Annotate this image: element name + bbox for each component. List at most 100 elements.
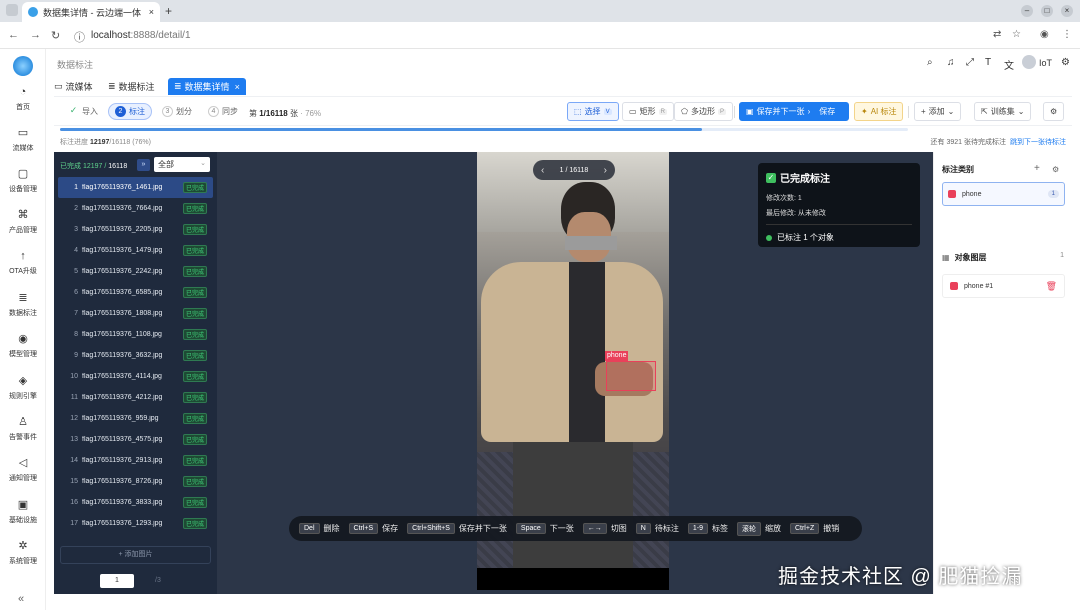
list-item[interactable]: 14 flag1765119376_2913.jpg 已完成 <box>58 450 213 471</box>
select-tool-button[interactable]: ⬚ 选择 V <box>567 102 619 121</box>
new-tab-icon[interactable]: + <box>165 4 172 18</box>
close-window-icon[interactable]: × <box>1061 5 1073 17</box>
sidebar-item-streaming[interactable]: ▭ 流媒体 <box>0 127 46 153</box>
list-item[interactable]: 13 flag1765119376_4575.jpg 已完成 <box>58 429 213 450</box>
list-header: 已完成 12197 / 16118 » 全部 ⌄ <box>54 156 217 174</box>
url-input[interactable]: localhost:8888/detail/1 <box>91 30 191 41</box>
step-import[interactable]: ✓ 导入 <box>62 103 104 120</box>
browser-menu-icon[interactable]: ⋮ <box>1062 29 1072 40</box>
row-filename: flag1765119376_8726.jpg <box>82 478 163 485</box>
tab-search-icon[interactable] <box>6 4 18 16</box>
list-item[interactable]: 1 flag1765119376_1461.jpg 已完成 <box>58 177 213 198</box>
minimize-icon[interactable]: – <box>1021 5 1033 17</box>
categories-title: 标注类别 <box>942 165 974 174</box>
close-icon[interactable]: × <box>235 82 240 92</box>
list-item[interactable]: 5 flag1765119376_2242.jpg 已完成 <box>58 261 213 282</box>
breadcrumb[interactable]: 数据标注 <box>57 58 93 71</box>
bounding-box-label[interactable]: phone <box>605 351 629 361</box>
avatar[interactable] <box>1022 55 1036 69</box>
step-annotate[interactable]: 2 标注 <box>108 103 152 120</box>
list-item[interactable]: 11 flag1765119376_4212.jpg 已完成 <box>58 387 213 408</box>
jump-next-link[interactable]: 跳到下一张待标注 <box>1010 139 1066 146</box>
language-icon[interactable]: 文 <box>1004 57 1014 72</box>
user-name[interactable]: IoT <box>1039 58 1052 68</box>
trash-icon[interactable]: 🗑 <box>1046 281 1057 292</box>
list-item[interactable]: 10 flag1765119376_4114.jpg 已完成 <box>58 366 213 387</box>
shortcut-key: Ctrl+S <box>348 523 379 534</box>
tab-annotation[interactable]: ≣ 数据标注 <box>102 78 161 95</box>
list-item[interactable]: 8 flag1765119376_1108.jpg 已完成 <box>58 324 213 345</box>
image-counter: 第 1/16118 张 · 76% <box>249 109 322 118</box>
maximize-icon[interactable]: □ <box>1041 5 1053 17</box>
sidebar-item-alarms[interactable]: ♙ 告警事件 <box>0 416 46 442</box>
fast-forward-icon[interactable]: » <box>137 159 150 171</box>
back-icon[interactable]: ← <box>8 29 19 41</box>
chevron-right-icon[interactable]: › <box>604 165 607 176</box>
chevron-left-icon[interactable]: ‹ <box>541 165 544 176</box>
fullscreen-icon[interactable]: ⤢ <box>966 57 974 68</box>
shortcut-desc: 下一张 <box>549 524 574 533</box>
list-item[interactable]: 16 flag1765119376_3833.jpg 已完成 <box>58 492 213 513</box>
sidebar-item-rules[interactable]: ◈ 规则引擎 <box>0 375 46 401</box>
page-input[interactable]: 1 <box>100 574 134 588</box>
bounding-box[interactable] <box>606 361 656 391</box>
list-item[interactable]: 15 flag1765119376_8726.jpg 已完成 <box>58 471 213 492</box>
list-item[interactable]: 4 flag1765119376_1479.jpg 已完成 <box>58 240 213 261</box>
bell-icon[interactable]: ♫ <box>947 57 955 68</box>
profile-icon[interactable]: ◉ <box>1040 29 1049 40</box>
row-filename: flag1765119376_2205.jpg <box>82 226 163 233</box>
tab-streaming[interactable]: ▭ 流媒体 <box>48 78 99 95</box>
add-image-button[interactable]: + 添加图片 <box>60 546 211 564</box>
reload-icon[interactable]: ↻ <box>51 29 60 42</box>
sidebar-item-infrastructure[interactable]: ▣ 基础设施 <box>0 499 46 525</box>
add-dropdown-button[interactable]: + 添加 ⌄ <box>914 102 962 121</box>
font-size-icon[interactable]: T <box>985 57 991 68</box>
sidebar-item-ota[interactable]: ↑ OTA升级 <box>0 250 46 276</box>
train-set-dropdown-button[interactable]: ⇱ 训练集 ⌄ <box>974 102 1032 121</box>
add-category-icon[interactable]: + <box>1034 163 1040 174</box>
list-item[interactable]: 3 flag1765119376_2205.jpg 已完成 <box>58 219 213 240</box>
row-index: 16 <box>70 499 78 506</box>
layer-item-phone-1[interactable]: phone #1 🗑 <box>942 274 1065 298</box>
sidebar-item-system[interactable]: ✲ 系统管理 <box>0 540 46 566</box>
sidebar-item-annotation[interactable]: ≣ 数据标注 <box>0 292 46 318</box>
sidebar-item-devices[interactable]: ▢ 设备管理 <box>0 168 46 194</box>
app-logo[interactable] <box>13 56 33 76</box>
site-info-icon[interactable]: ⓘ <box>74 29 85 45</box>
collapse-sidebar-icon[interactable]: « <box>18 593 24 605</box>
tab-dataset-detail[interactable]: ≣ 数据集详情 × <box>168 78 246 95</box>
polygon-tool-button[interactable]: ⬠ 多边形 P <box>674 102 733 121</box>
close-tab-icon[interactable]: × <box>149 7 154 17</box>
save-button[interactable]: 保存 <box>819 106 835 117</box>
category-settings-icon[interactable]: ⚙ <box>1052 165 1059 174</box>
status-filter-select[interactable]: 全部 ⌄ <box>154 157 210 172</box>
toolbar-settings-button[interactable]: ⚙ <box>1043 102 1065 121</box>
sidebar-item-notifications[interactable]: ◁ 通知管理 <box>0 457 46 483</box>
step-sync[interactable]: 4 同步 <box>202 103 244 120</box>
row-index: 6 <box>74 289 78 296</box>
list-item[interactable]: 9 flag1765119376_3632.jpg 已完成 <box>58 345 213 366</box>
step-split[interactable]: 3 划分 <box>156 103 198 120</box>
ai-annotate-button[interactable]: ✦ AI 标注 <box>854 102 904 121</box>
list-item[interactable]: 2 flag1765119376_7664.jpg 已完成 <box>58 198 213 219</box>
save-next-button[interactable]: ▣ 保存并下一张 › 保存 <box>739 102 849 121</box>
search-icon[interactable]: ⌕ <box>927 57 933 68</box>
sidebar-item-home[interactable]: ◔ 首页 <box>0 86 46 112</box>
list-item[interactable]: 7 flag1765119376_1808.jpg 已完成 <box>58 303 213 324</box>
rect-tool-button[interactable]: ▭ 矩形 R <box>622 102 674 121</box>
category-item-phone[interactable]: phone 1 <box>942 182 1065 206</box>
bookmark-star-icon[interactable]: ☆ <box>1012 29 1021 40</box>
sidebar-item-products[interactable]: ⌘ 产品管理 <box>0 209 46 235</box>
list-item[interactable]: 6 flag1765119376_6585.jpg 已完成 <box>58 282 213 303</box>
settings-icon[interactable]: ⚙ <box>1061 57 1070 68</box>
annotation-canvas[interactable]: phone ‹ 1 / 16118 › ✓ 已完成标注 修改次数: 1 最后修改:… <box>217 152 933 594</box>
translate-icon[interactable]: ⇄ <box>993 29 1001 40</box>
sidebar-item-models[interactable]: ◉ 模型管理 <box>0 333 46 359</box>
list-item[interactable]: 12 flag1765119376_959.jpg 已完成 <box>58 408 213 429</box>
status-badge: 已完成 <box>182 266 207 277</box>
forward-icon[interactable]: → <box>30 29 41 41</box>
status-badge: 已完成 <box>182 371 207 382</box>
list-item[interactable]: 17 flag1765119376_1293.jpg 已完成 <box>58 513 213 534</box>
browser-tab[interactable]: 数据集详情 - 云边端一体 × <box>22 2 160 22</box>
status-badge: 已完成 <box>182 497 207 508</box>
